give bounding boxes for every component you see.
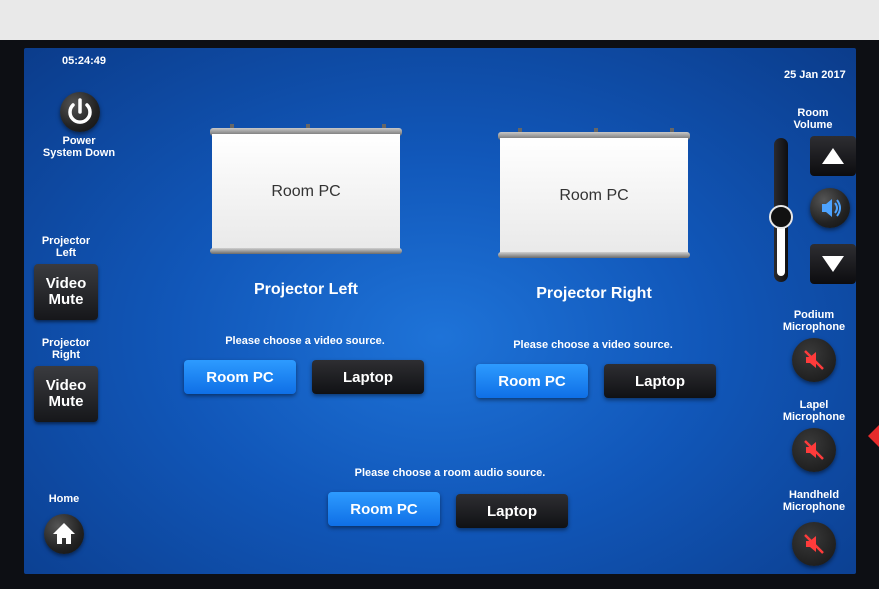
podium-mic-label: Podium Microphone [782, 309, 846, 333]
home-icon [53, 523, 75, 544]
projector-left-laptop-button[interactable]: Laptop [312, 360, 424, 394]
touch-panel-screen: 05:24:49 25 Jan 2017 Power System Down P… [24, 48, 856, 574]
projector-right-title: Projector Right [536, 285, 652, 302]
handheld-mic-label: Handheld Microphone [782, 489, 846, 513]
handheld-mic-button[interactable] [792, 522, 836, 566]
podium-mic-button[interactable] [792, 338, 836, 382]
projector-left-source-display: Room PC [212, 134, 400, 250]
red-pointer-indicator [868, 425, 879, 447]
volume-mute-button[interactable] [810, 188, 850, 228]
screen-bottom-bar [210, 248, 402, 254]
projector-left-screen: Room PC [210, 120, 402, 260]
projector-right-laptop-button[interactable]: Laptop [604, 364, 716, 398]
power-button[interactable] [60, 92, 100, 132]
projector-right-prompt: Please choose a video source. [513, 339, 673, 351]
volume-down-button[interactable] [810, 244, 856, 284]
volume-slider-knob[interactable] [769, 204, 793, 229]
lapel-mic-button[interactable] [792, 428, 836, 472]
audio-laptop-button[interactable]: Laptop [456, 494, 568, 528]
power-label: Power System Down [42, 135, 116, 159]
muted-speaker-icon [804, 350, 824, 370]
projector-right-source-display: Room PC [500, 138, 688, 254]
projector-left-prompt: Please choose a video source. [225, 335, 385, 347]
muted-speaker-icon [804, 440, 824, 460]
power-icon [68, 98, 92, 124]
volume-down-icon [822, 256, 844, 272]
screen-bottom-bar [498, 252, 690, 258]
date: 25 Jan 2017 [784, 69, 846, 81]
volume-slider[interactable] [769, 138, 793, 282]
room-volume-label: Room Volume [793, 107, 833, 131]
projector-left-label: Projector Left [41, 235, 91, 259]
home-button[interactable] [44, 514, 84, 554]
clock: 05:24:49 [62, 55, 107, 67]
audio-source-prompt: Please choose a room audio source. [354, 467, 546, 479]
background-wall [0, 0, 879, 40]
audio-roompc-button[interactable]: Room PC [328, 492, 440, 526]
speaker-icon [822, 199, 841, 217]
projector-right-screen: Room PC [498, 124, 690, 264]
muted-speaker-icon [804, 534, 824, 554]
lapel-mic-label: Lapel Microphone [782, 399, 846, 423]
projector-right-roompc-button[interactable]: Room PC [476, 364, 588, 398]
home-label: Home [48, 493, 80, 505]
video-mute-left-button[interactable]: Video Mute [34, 264, 98, 320]
video-mute-right-button[interactable]: Video Mute [34, 366, 98, 422]
projector-left-roompc-button[interactable]: Room PC [184, 360, 296, 394]
projector-right-label: Projector Right [41, 337, 91, 361]
volume-up-button[interactable] [810, 136, 856, 176]
projector-left-title: Projector Left [253, 281, 358, 298]
volume-up-icon [822, 148, 844, 164]
